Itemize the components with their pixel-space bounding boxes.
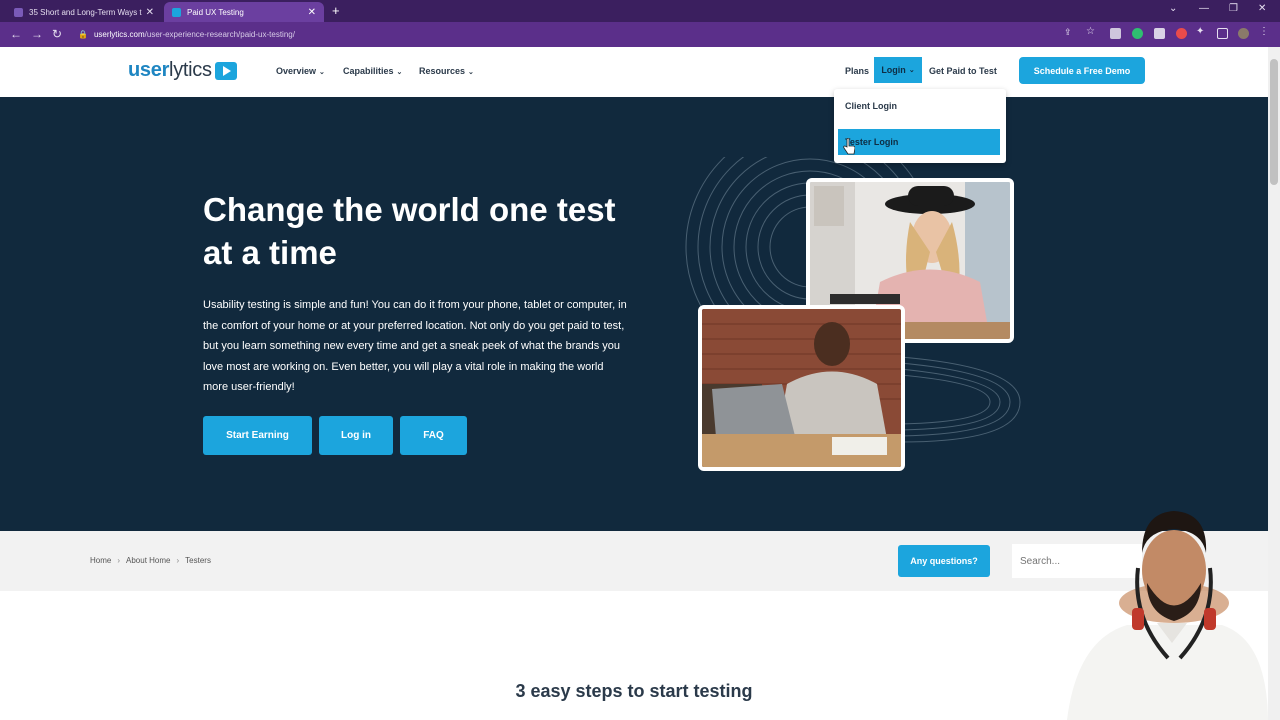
hero-body: Usability testing is simple and fun! You… bbox=[203, 299, 627, 393]
menu-label: Overview bbox=[276, 66, 317, 76]
start-earning-button[interactable]: Start Earning bbox=[203, 416, 312, 455]
url-field[interactable]: 🔒 userlytics.com /user-experience-resear… bbox=[78, 26, 978, 43]
breadcrumb-testers: Testers bbox=[185, 556, 211, 565]
profile-avatar[interactable] bbox=[1238, 28, 1249, 39]
presenter-webcam bbox=[1062, 508, 1268, 720]
tab-search-icon[interactable]: ⌄ bbox=[1169, 3, 1177, 14]
menu-capabilities[interactable]: Capabilities ⌄ bbox=[343, 66, 402, 76]
close-tab-icon[interactable]: ✕ bbox=[146, 7, 154, 18]
bookmark-star-icon[interactable]: ☆ bbox=[1086, 26, 1097, 37]
hero-title: Change the world one test at a time bbox=[203, 191, 616, 271]
schedule-demo-button[interactable]: Schedule a Free Demo bbox=[1019, 57, 1145, 84]
faq-button[interactable]: FAQ bbox=[400, 416, 467, 455]
close-tab-icon[interactable]: ✕ bbox=[308, 7, 316, 18]
extension-icon[interactable] bbox=[1132, 28, 1143, 39]
sidebar-icon[interactable] bbox=[1217, 28, 1228, 39]
hero-section: Change the world one test at a time Usab… bbox=[0, 97, 1268, 531]
puzzle-icon[interactable]: ✦ bbox=[1196, 26, 1207, 37]
logo-text-bold: user bbox=[128, 59, 170, 81]
site-header: user lytics Overview ⌄ Capabilities ⌄ Resou… bbox=[0, 47, 1268, 97]
login-dropdown: Client Login Tester Login bbox=[834, 89, 1006, 163]
menu-overview[interactable]: Overview ⌄ bbox=[276, 66, 325, 76]
get-paid-link[interactable]: Get Paid to Test bbox=[929, 66, 997, 76]
userlytics-logo[interactable]: user lytics bbox=[128, 59, 237, 82]
extension-icon[interactable] bbox=[1110, 28, 1121, 39]
menu-resources[interactable]: Resources ⌄ bbox=[419, 66, 474, 76]
page-scrollbar[interactable] bbox=[1268, 47, 1280, 720]
breadcrumb-separator: › bbox=[117, 556, 121, 565]
tester-photo-man bbox=[698, 305, 905, 471]
restore-icon[interactable]: ❐ bbox=[1229, 3, 1238, 14]
menu-label: Capabilities bbox=[343, 66, 394, 76]
reload-icon[interactable]: ↻ bbox=[52, 27, 62, 41]
presenter-image bbox=[1067, 511, 1268, 720]
man-laptop-image bbox=[702, 309, 901, 467]
browser-tab[interactable]: 35 Short and Long-Term Ways to ✕ bbox=[6, 2, 162, 22]
new-tab-icon[interactable]: + bbox=[332, 3, 340, 18]
browser-tab-bar: 35 Short and Long-Term Ways to ✕ Paid UX… bbox=[0, 0, 1280, 22]
chevron-down-icon: ⌄ bbox=[908, 67, 915, 74]
breadcrumb-home[interactable]: Home bbox=[90, 556, 111, 565]
tab-title: Paid UX Testing bbox=[187, 7, 244, 17]
logo-text-light: lytics bbox=[169, 59, 212, 81]
login-label: Login bbox=[881, 65, 906, 75]
tester-login-item[interactable]: Tester Login bbox=[838, 129, 1000, 155]
login-menu-button[interactable]: Login ⌄ bbox=[874, 57, 922, 83]
tab-favicon-icon bbox=[172, 7, 181, 17]
more-menu-icon[interactable]: ⋮ bbox=[1259, 26, 1270, 37]
chevron-down-icon: ⌄ bbox=[396, 69, 403, 76]
hand-cursor-icon bbox=[843, 138, 855, 155]
menu-label: Resources bbox=[419, 66, 466, 76]
lock-icon: 🔒 bbox=[78, 30, 88, 39]
minimize-icon[interactable]: — bbox=[1199, 3, 1209, 14]
browser-tab-active[interactable]: Paid UX Testing ✕ bbox=[164, 2, 324, 22]
extension-icon[interactable] bbox=[1154, 28, 1165, 39]
forward-icon[interactable]: → bbox=[31, 27, 43, 41]
scrollbar-thumb[interactable] bbox=[1270, 59, 1278, 185]
breadcrumb: Home › About Home › Testers bbox=[90, 556, 211, 565]
extension-icon[interactable] bbox=[1176, 28, 1187, 39]
back-icon[interactable]: ← bbox=[10, 27, 22, 41]
breadcrumb-about-home[interactable]: About Home bbox=[126, 556, 170, 565]
log-in-button[interactable]: Log in bbox=[319, 416, 393, 455]
close-window-icon[interactable]: ✕ bbox=[1258, 3, 1266, 14]
client-login-item[interactable]: Client Login bbox=[838, 93, 1000, 119]
chevron-down-icon: ⌄ bbox=[468, 69, 474, 76]
share-icon[interactable]: ⇪ bbox=[1064, 27, 1075, 38]
url-path: /user-experience-research/paid-ux-testin… bbox=[144, 30, 295, 39]
play-icon bbox=[214, 61, 237, 80]
tab-favicon-icon bbox=[14, 7, 23, 17]
tab-title: 35 Short and Long-Term Ways to bbox=[29, 7, 142, 17]
breadcrumb-separator: › bbox=[176, 556, 180, 565]
address-bar: ← → ↻ 🔒 userlytics.com /user-experience-… bbox=[0, 22, 1280, 47]
any-questions-button[interactable]: Any questions? bbox=[898, 545, 990, 577]
plans-link[interactable]: Plans bbox=[845, 66, 869, 76]
chevron-down-icon: ⌄ bbox=[319, 69, 325, 76]
url-host: userlytics.com bbox=[93, 30, 145, 39]
